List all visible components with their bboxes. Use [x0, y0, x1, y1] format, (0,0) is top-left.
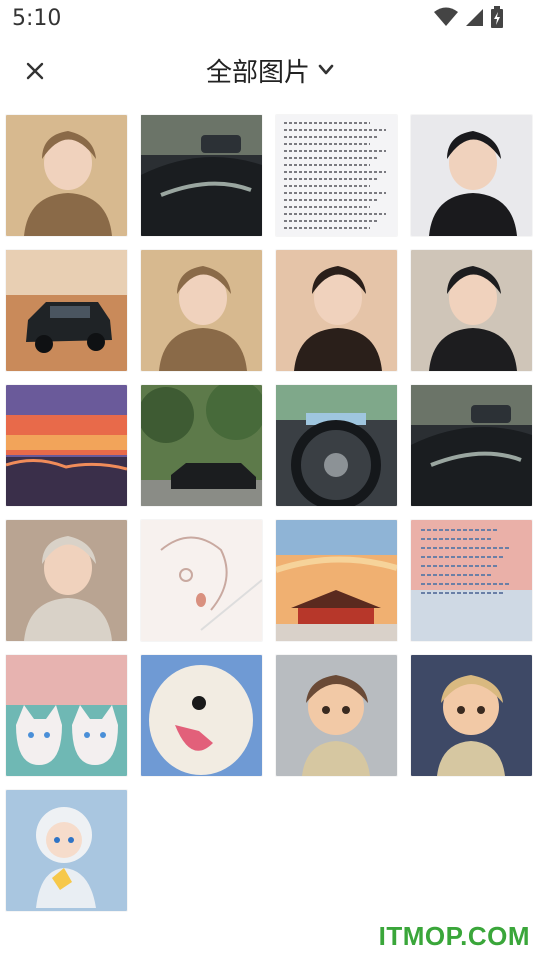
photo-handwritten-text-thumbnail — [276, 115, 397, 236]
battery-charging-icon — [490, 6, 504, 28]
photo-car-under-trees[interactable] — [141, 385, 262, 506]
photo-two-white-cats-thumbnail — [6, 655, 127, 776]
photo-girl-bear-hat-thumbnail — [6, 115, 127, 236]
photo-car-door-interior-2[interactable] — [411, 385, 532, 506]
photo-anime-sketch[interactable] — [141, 520, 262, 641]
photo-steering-wheel[interactable] — [276, 385, 397, 506]
photo-cartoon-boy-thumbnail — [276, 655, 397, 776]
photo-cartoon-girl-thumbnail — [411, 655, 532, 776]
photo-car-door-interior-2-thumbnail — [411, 385, 532, 506]
photo-sunset-sea-thumbnail — [6, 385, 127, 506]
photo-text-on-sky[interactable] — [411, 520, 532, 641]
photo-white-dog-thumbnail — [141, 655, 262, 776]
photo-girl-lying-pillow-thumbnail — [276, 250, 397, 371]
watermark: ITMOP.COM — [378, 921, 530, 951]
photo-forbidden-city-sunset[interactable] — [276, 520, 397, 641]
photo-sunset-sea[interactable] — [6, 385, 127, 506]
photo-man-black-hoodie[interactable] — [411, 115, 532, 236]
photo-girl-bear-hat-2-thumbnail — [141, 250, 262, 371]
status-time: 5:10 — [12, 6, 62, 31]
cellular-signal-icon — [464, 7, 484, 27]
photo-black-suv-dirt-thumbnail — [6, 250, 127, 371]
photo-girl-lying-pillow[interactable] — [276, 250, 397, 371]
photo-girl-with-cat-thumbnail — [6, 520, 127, 641]
photo-car-door-interior[interactable] — [141, 115, 262, 236]
photo-car-door-interior-thumbnail — [141, 115, 262, 236]
photo-text-on-sky-thumbnail — [411, 520, 532, 641]
photo-grid — [6, 115, 532, 911]
photo-two-white-cats[interactable] — [6, 655, 127, 776]
photo-cartoon-girl[interactable] — [411, 655, 532, 776]
photo-man-beanie-selfie[interactable] — [411, 250, 532, 371]
album-selector[interactable]: 全部图片 — [0, 52, 540, 89]
photo-girl-bear-hat[interactable] — [6, 115, 127, 236]
photo-chibi-anime-boy-thumbnail — [6, 790, 127, 911]
app-bar: 全部图片 — [0, 40, 540, 104]
photo-man-beanie-selfie-thumbnail — [411, 250, 532, 371]
photo-white-dog[interactable] — [141, 655, 262, 776]
status-bar: 5:10 — [0, 0, 540, 40]
photo-cartoon-boy[interactable] — [276, 655, 397, 776]
page-title: 全部图片 — [205, 58, 310, 88]
photo-man-black-hoodie-thumbnail — [411, 115, 532, 236]
wifi-icon — [434, 7, 458, 27]
photo-girl-bear-hat-2[interactable] — [141, 250, 262, 371]
photo-black-suv-dirt[interactable] — [6, 250, 127, 371]
photo-car-under-trees-thumbnail — [141, 385, 262, 506]
photo-chibi-anime-boy[interactable] — [6, 790, 127, 911]
photo-handwritten-text[interactable] — [276, 115, 397, 236]
photo-anime-sketch-thumbnail — [141, 520, 262, 641]
photo-steering-wheel-thumbnail — [276, 385, 397, 506]
photo-forbidden-city-sunset-thumbnail — [276, 520, 397, 641]
photo-girl-with-cat[interactable] — [6, 520, 127, 641]
chevron-down-icon — [318, 61, 334, 80]
